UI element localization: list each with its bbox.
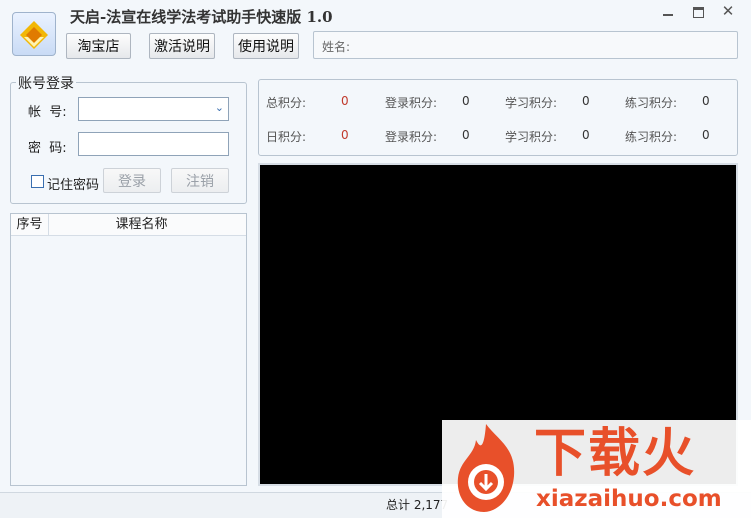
- daily-study-score-label: 学习积分:: [505, 130, 558, 144]
- name-field[interactable]: 姓名:: [313, 31, 738, 59]
- login-group-title: 账号登录: [16, 73, 76, 93]
- close-button[interactable]: ✕: [716, 2, 740, 20]
- course-table-header: 序号 课程名称: [11, 214, 246, 236]
- usage-guide-button[interactable]: 使用说明: [233, 33, 299, 59]
- minimize-icon: [663, 14, 673, 16]
- activate-guide-button[interactable]: 激活说明: [149, 33, 215, 59]
- chevron-down-icon: ⌄: [214, 101, 224, 114]
- password-field[interactable]: [78, 132, 229, 156]
- watermark-overlay: 下载火 xiazaihuo.com: [442, 420, 751, 518]
- remember-checkbox[interactable]: [31, 175, 44, 188]
- daily-score-label: 日积分:: [266, 130, 307, 144]
- daily-login-score-label: 登录积分:: [385, 130, 438, 144]
- password-label: 密 码:: [28, 141, 67, 156]
- watermark-domain: xiazaihuo.com: [536, 486, 722, 512]
- status-text: 总计 2,177: [386, 498, 449, 512]
- daily-study-score-value: 0: [582, 128, 590, 142]
- daily-score-value: 0: [341, 128, 349, 142]
- login-score-value: 0: [462, 94, 470, 108]
- login-button[interactable]: 登录: [103, 168, 161, 193]
- study-score-label: 学习积分:: [505, 96, 558, 110]
- course-table: 序号 课程名称: [10, 213, 247, 486]
- logout-button[interactable]: 注销: [171, 168, 229, 193]
- maximize-button[interactable]: [686, 4, 710, 20]
- practice-score-label: 练习积分:: [625, 96, 678, 110]
- remember-label: 记住密码: [47, 178, 100, 193]
- practice-score-value: 0: [702, 94, 710, 108]
- col-name-header[interactable]: 课程名称: [49, 214, 234, 235]
- total-score-label: 总积分:: [266, 96, 307, 110]
- account-select[interactable]: ⌄: [78, 97, 229, 121]
- app-logo: [12, 12, 56, 56]
- close-icon: ✕: [721, 2, 735, 20]
- daily-login-score-value: 0: [462, 128, 470, 142]
- window-title: 天启-法宣在线学法考试助手快速版 1.0: [70, 8, 333, 26]
- login-score-label: 登录积分:: [385, 96, 438, 110]
- taobao-button[interactable]: 淘宝店: [66, 33, 131, 59]
- flame-logo-icon: [457, 424, 515, 512]
- study-score-value: 0: [582, 94, 590, 108]
- daily-practice-score-value: 0: [702, 128, 710, 142]
- watermark-brand: 下载火: [534, 424, 697, 484]
- minimize-button[interactable]: [656, 4, 680, 20]
- col-index-header[interactable]: 序号: [11, 214, 49, 235]
- daily-practice-score-label: 练习积分:: [625, 130, 678, 144]
- total-score-value: 0: [341, 94, 349, 108]
- name-label: 姓名:: [322, 40, 351, 54]
- maximize-icon: [692, 6, 704, 18]
- account-label: 帐 号:: [28, 105, 67, 120]
